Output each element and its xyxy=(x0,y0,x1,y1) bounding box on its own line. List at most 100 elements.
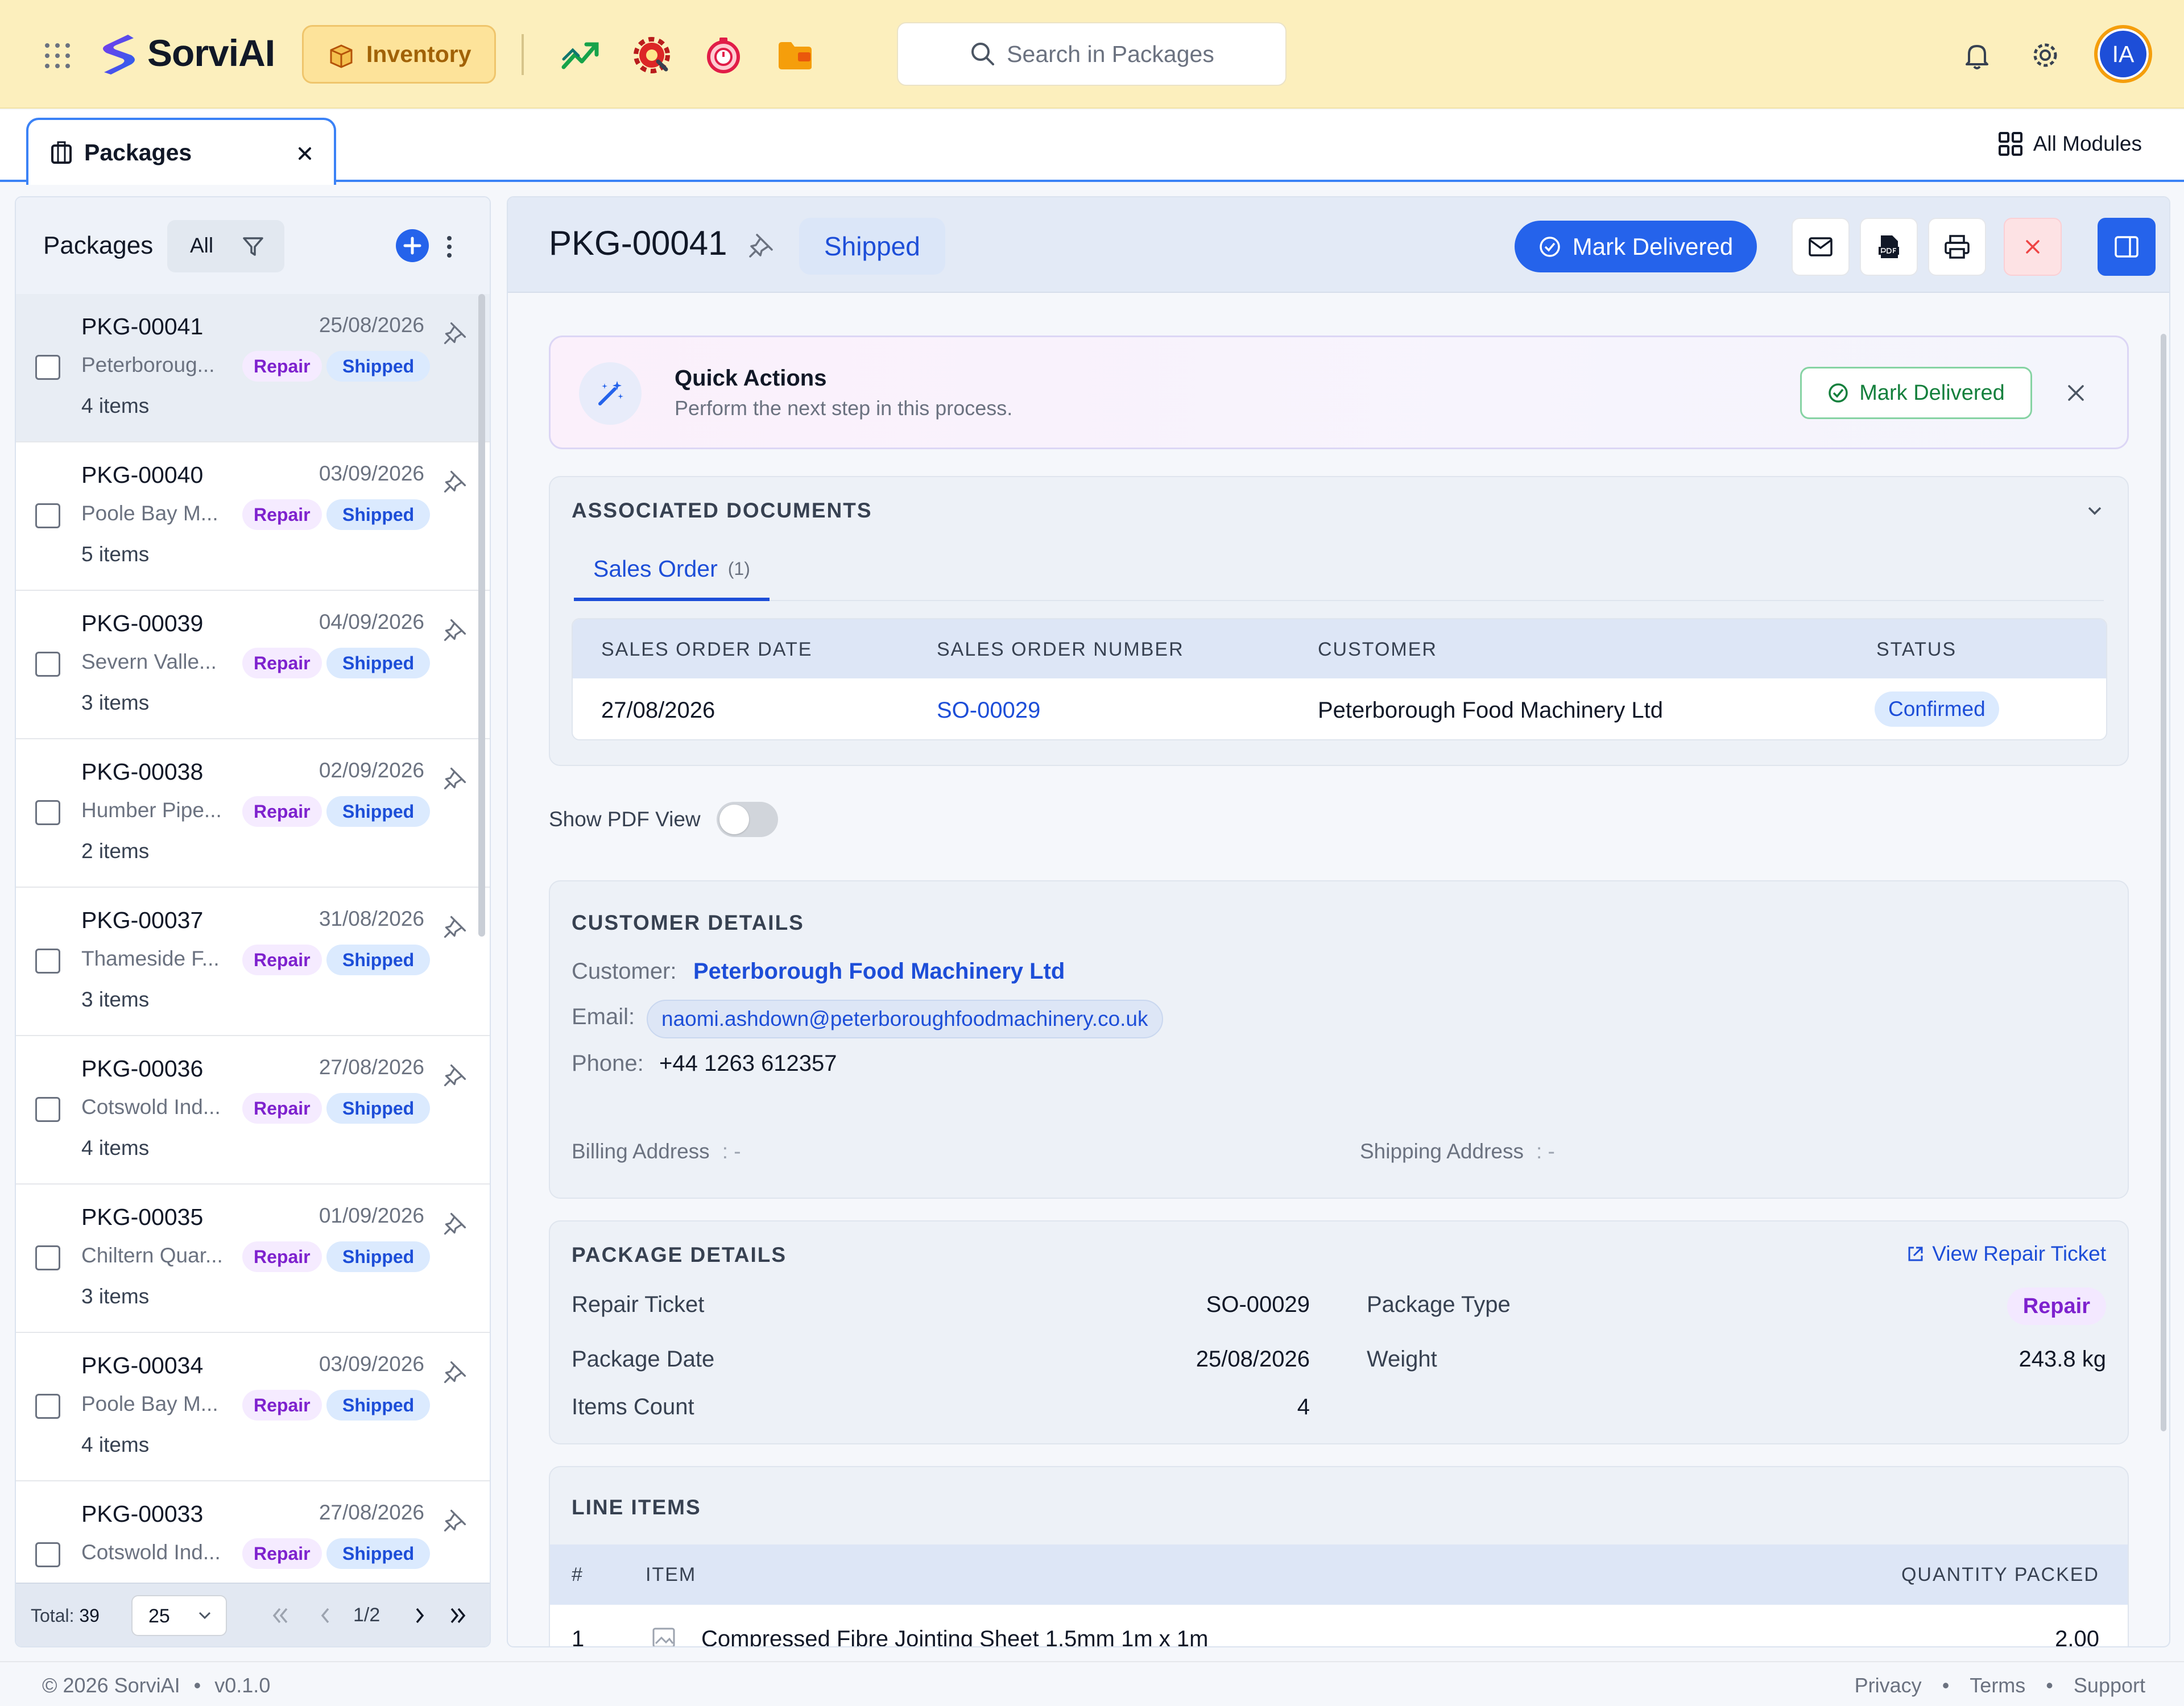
pdf-icon[interactable] xyxy=(1860,218,1918,276)
terms-link[interactable]: Terms xyxy=(1970,1674,2025,1697)
customer-link[interactable]: Peterborough Food Machinery Ltd xyxy=(693,959,1065,984)
type-badge: Repair xyxy=(242,351,322,382)
separator: • xyxy=(2046,1674,2053,1697)
pin-icon[interactable] xyxy=(442,1062,468,1088)
detail-scrollbar[interactable] xyxy=(2161,334,2166,1431)
repair-ticket-value: SO-00029 xyxy=(1206,1292,1310,1317)
tab-sales-order[interactable]: Sales Order (1) xyxy=(574,540,770,601)
col-quantity: QUANTITY PACKED xyxy=(1901,1564,2099,1585)
grid-icon xyxy=(1998,132,2022,156)
status-badge: Shipped xyxy=(326,1093,431,1124)
more-options-icon[interactable] xyxy=(444,233,455,261)
list-item[interactable]: PKG-00037 31/08/2026 Thameside F... Repair S… xyxy=(16,888,490,1036)
tab-label: Packages xyxy=(84,139,192,165)
check-circle-icon xyxy=(1829,383,1848,403)
sales-trend-icon[interactable] xyxy=(560,35,600,75)
tab-packages[interactable]: Packages xyxy=(26,118,336,185)
pin-icon[interactable] xyxy=(442,765,468,792)
shipping-address-value: : - xyxy=(1536,1140,1555,1163)
close-icon[interactable] xyxy=(295,144,315,163)
type-badge: Repair xyxy=(242,945,322,975)
list-scrollbar[interactable] xyxy=(478,294,485,937)
repair-ticket-label: Repair Ticket xyxy=(572,1292,705,1317)
close-icon[interactable] xyxy=(2063,380,2088,405)
list-item[interactable]: PKG-00041 25/08/2026 Peterboroug... Repair S… xyxy=(16,294,490,442)
toggle-sidebar-button[interactable] xyxy=(2098,218,2156,276)
filter-icon[interactable] xyxy=(241,234,265,258)
sales-order-link[interactable]: SO-00029 xyxy=(937,698,1040,723)
mark-delivered-button[interactable]: Mark Delivered xyxy=(1515,221,1757,272)
list-footer: Total: 39 25 1/2 xyxy=(16,1583,490,1646)
email-icon[interactable] xyxy=(1792,218,1850,276)
gear-icon[interactable] xyxy=(2029,39,2061,71)
row-checkbox[interactable] xyxy=(35,949,60,974)
pin-icon[interactable] xyxy=(442,914,468,940)
sidebar-icon xyxy=(2115,236,2138,258)
pin-icon[interactable] xyxy=(747,231,775,260)
package-number: PKG-00041 xyxy=(549,224,727,262)
view-repair-ticket-link[interactable]: View Repair Ticket xyxy=(1906,1242,2106,1266)
pin-icon[interactable] xyxy=(442,1359,468,1385)
package-date: 04/09/2026 xyxy=(318,610,424,633)
list-item[interactable]: PKG-00040 03/09/2026 Poole Bay M... Repair S… xyxy=(16,442,490,591)
pin-icon[interactable] xyxy=(442,1508,468,1534)
list-item[interactable]: PKG-00035 01/09/2026 Chiltern Quar... Repai… xyxy=(16,1185,490,1333)
page-info: 1/2 xyxy=(353,1604,380,1626)
add-package-button[interactable] xyxy=(396,229,429,262)
row-checkbox[interactable] xyxy=(35,1097,60,1122)
cancel-button[interactable] xyxy=(2004,218,2062,276)
prev-page-icon[interactable] xyxy=(314,1604,337,1627)
list-item[interactable]: PKG-00036 27/08/2026 Cotswold Ind... Repair… xyxy=(16,1036,490,1185)
list-item[interactable]: PKG-00039 04/09/2026 Severn Valle... Repair… xyxy=(16,591,490,739)
total-value: 39 xyxy=(79,1605,100,1626)
line-item-row[interactable]: 1 Compressed Fibre Jointing Sheet 1.5mm … xyxy=(550,1605,2128,1646)
privacy-link[interactable]: Privacy xyxy=(1855,1674,1922,1697)
module-switcher-button[interactable]: Inventory xyxy=(302,25,496,84)
package-date: 03/09/2026 xyxy=(318,1352,424,1376)
row-checkbox[interactable] xyxy=(35,1245,60,1270)
row-checkbox[interactable] xyxy=(35,1542,60,1567)
pin-icon[interactable] xyxy=(442,617,468,643)
pin-icon[interactable] xyxy=(442,1211,468,1237)
support-link[interactable]: Support xyxy=(2074,1674,2145,1697)
customer-name: Poole Bay M... xyxy=(81,502,218,525)
first-page-icon[interactable] xyxy=(268,1604,291,1627)
page-size-select[interactable]: 25 xyxy=(131,1595,227,1636)
quick-mark-delivered-label: Mark Delivered xyxy=(1859,380,2005,405)
bell-icon[interactable] xyxy=(1961,39,1993,71)
brand-logo[interactable]: SorviAI xyxy=(94,29,275,77)
next-page-icon[interactable] xyxy=(408,1604,431,1627)
row-checkbox[interactable] xyxy=(35,800,60,825)
row-checkbox[interactable] xyxy=(35,652,60,677)
filter-segment[interactable]: All xyxy=(167,220,284,272)
row-checkbox[interactable] xyxy=(35,355,60,380)
associated-documents-title: ASSOCIATED DOCUMENTS xyxy=(572,499,872,522)
search-input[interactable]: Search in Packages xyxy=(897,22,1287,86)
row-checkbox[interactable] xyxy=(35,1394,60,1419)
status-badge: Shipped xyxy=(326,1390,431,1421)
list-header: Packages All xyxy=(16,197,490,294)
package-date: 01/09/2026 xyxy=(318,1204,424,1227)
avatar-initials: IA xyxy=(2112,40,2135,67)
list-item[interactable]: PKG-00034 03/09/2026 Poole Bay M... Repair S… xyxy=(16,1333,490,1481)
pdf-view-label: Show PDF View xyxy=(549,808,701,831)
email-link[interactable]: naomi.ashdown@peterboroughfoodmachinery.… xyxy=(647,1000,1163,1038)
filter-all[interactable]: All xyxy=(190,234,213,258)
package-date: 27/08/2026 xyxy=(318,1055,424,1079)
pin-icon[interactable] xyxy=(442,469,468,495)
avatar[interactable]: IA xyxy=(2094,25,2152,83)
separator: • xyxy=(1942,1674,1950,1697)
print-icon[interactable] xyxy=(1928,218,1986,276)
quick-mark-delivered-button[interactable]: Mark Delivered xyxy=(1800,367,2032,419)
list-item[interactable]: PKG-00038 02/09/2026 Humber Pipe... Repair S… xyxy=(16,739,490,888)
pdf-view-toggle[interactable] xyxy=(716,802,778,837)
folder-icon[interactable] xyxy=(775,35,815,75)
repair-gear-icon[interactable] xyxy=(632,35,672,75)
all-modules-button[interactable]: All Modules xyxy=(1998,131,2142,156)
row-checkbox[interactable] xyxy=(35,503,60,528)
last-page-icon[interactable] xyxy=(447,1604,470,1627)
pin-icon[interactable] xyxy=(442,320,468,346)
chevron-down-icon[interactable] xyxy=(2084,501,2105,521)
app-launcher-icon[interactable] xyxy=(43,42,72,70)
service-timer-icon[interactable] xyxy=(704,35,743,75)
